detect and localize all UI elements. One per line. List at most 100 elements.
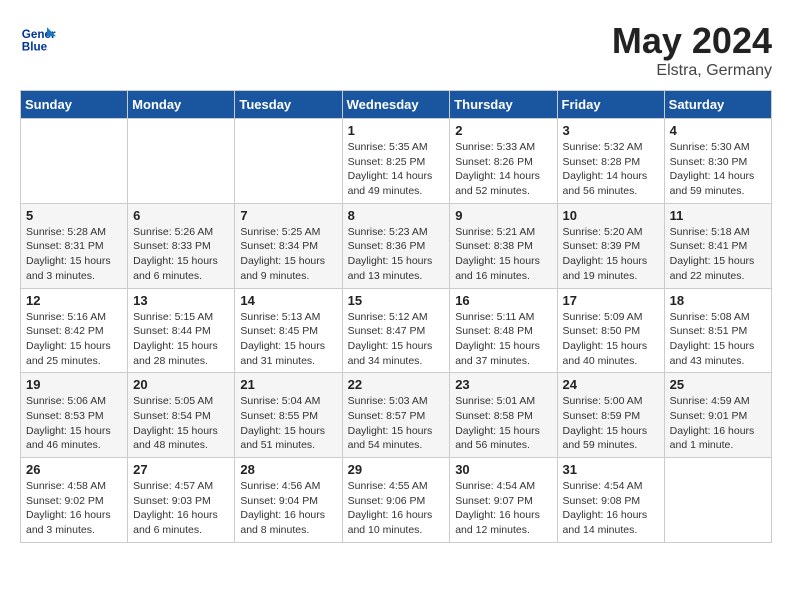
calendar-day-cell: 16Sunrise: 5:11 AM Sunset: 8:48 PM Dayli… xyxy=(450,288,557,373)
calendar-day-cell: 3 Sunrise: 5:32 AM Sunset: 8:28 PM Daylig… xyxy=(557,119,664,204)
day-info: Sunrise: 5:16 AM Sunset: 8:42 PM Dayligh… xyxy=(26,310,122,369)
month-title: May 2024 xyxy=(612,20,772,62)
day-number: 13 xyxy=(133,293,229,308)
calendar-day-cell: 27 Sunrise: 4:57 AM Sunset: 9:03 PM Dayli… xyxy=(128,458,235,543)
svg-text:Blue: Blue xyxy=(22,41,48,54)
calendar-day-cell xyxy=(235,119,342,204)
calendar-day-cell: 20Sunrise: 5:05 AM Sunset: 8:54 PM Dayli… xyxy=(128,373,235,458)
day-info: Sunrise: 4:58 AM Sunset: 9:02 PM Dayligh… xyxy=(26,479,122,538)
calendar-day-cell xyxy=(21,119,128,204)
day-info: Sunrise: 4:56 AM Sunset: 9:04 PM Dayligh… xyxy=(240,479,336,538)
calendar-day-cell: 22 Sunrise: 5:03 AM Sunset: 8:57 PM Dayli… xyxy=(342,373,450,458)
calendar-day-cell: 15 Sunrise: 5:12 AM Sunset: 8:47 PM Dayli… xyxy=(342,288,450,373)
day-number: 17 xyxy=(563,293,659,308)
day-info: Sunrise: 5:30 AM Sunset: 8:30 PM Dayligh… xyxy=(670,140,766,199)
day-info: Sunrise: 5:00 AM Sunset: 8:59 PM Dayligh… xyxy=(563,394,659,453)
calendar-day-cell: 25Sunrise: 4:59 AM Sunset: 9:01 PM Dayli… xyxy=(664,373,771,458)
day-number: 6 xyxy=(133,208,229,223)
day-number: 23 xyxy=(455,377,551,392)
calendar-table: SundayMondayTuesdayWednesdayThursdayFrid… xyxy=(20,90,772,543)
calendar-day-cell: 31 Sunrise: 4:54 AM Sunset: 9:08 PM Dayli… xyxy=(557,458,664,543)
calendar-day-cell: 2 Sunrise: 5:33 AM Sunset: 8:26 PM Daylig… xyxy=(450,119,557,204)
weekday-header-cell: Sunday xyxy=(21,91,128,119)
day-number: 29 xyxy=(348,462,445,477)
calendar-day-cell: 24Sunrise: 5:00 AM Sunset: 8:59 PM Dayli… xyxy=(557,373,664,458)
calendar-day-cell: 7Sunrise: 5:25 AM Sunset: 8:34 PM Daylig… xyxy=(235,203,342,288)
day-info: Sunrise: 4:54 AM Sunset: 9:08 PM Dayligh… xyxy=(563,479,659,538)
day-info: Sunrise: 5:15 AM Sunset: 8:44 PM Dayligh… xyxy=(133,310,229,369)
calendar-body: 1Sunrise: 5:35 AM Sunset: 8:25 PM Daylig… xyxy=(21,119,772,543)
day-number: 3 xyxy=(563,123,659,138)
day-number: 18 xyxy=(670,293,766,308)
day-number: 2 xyxy=(455,123,551,138)
logo-icon: General Blue xyxy=(20,20,56,56)
day-number: 21 xyxy=(240,377,336,392)
day-info: Sunrise: 5:03 AM Sunset: 8:57 PM Dayligh… xyxy=(348,394,445,453)
calendar-day-cell: 6Sunrise: 5:26 AM Sunset: 8:33 PM Daylig… xyxy=(128,203,235,288)
day-number: 8 xyxy=(348,208,445,223)
weekday-header-cell: Friday xyxy=(557,91,664,119)
day-info: Sunrise: 5:12 AM Sunset: 8:47 PM Dayligh… xyxy=(348,310,445,369)
day-number: 15 xyxy=(348,293,445,308)
calendar-day-cell: 28 Sunrise: 4:56 AM Sunset: 9:04 PM Dayli… xyxy=(235,458,342,543)
calendar-day-cell: 4Sunrise: 5:30 AM Sunset: 8:30 PM Daylig… xyxy=(664,119,771,204)
day-info: Sunrise: 5:25 AM Sunset: 8:34 PM Dayligh… xyxy=(240,225,336,284)
calendar-week-row: 26 Sunrise: 4:58 AM Sunset: 9:02 PM Dayli… xyxy=(21,458,772,543)
calendar-day-cell: 29Sunrise: 4:55 AM Sunset: 9:06 PM Dayli… xyxy=(342,458,450,543)
calendar-day-cell: 23 Sunrise: 5:01 AM Sunset: 8:58 PM Dayli… xyxy=(450,373,557,458)
day-number: 10 xyxy=(563,208,659,223)
day-number: 28 xyxy=(240,462,336,477)
day-number: 26 xyxy=(26,462,122,477)
weekday-header-cell: Monday xyxy=(128,91,235,119)
calendar-week-row: 1Sunrise: 5:35 AM Sunset: 8:25 PM Daylig… xyxy=(21,119,772,204)
calendar-day-cell: 1Sunrise: 5:35 AM Sunset: 8:25 PM Daylig… xyxy=(342,119,450,204)
day-number: 12 xyxy=(26,293,122,308)
title-block: May 2024 Elstra, Germany xyxy=(612,20,772,80)
weekday-header-row: SundayMondayTuesdayWednesdayThursdayFrid… xyxy=(21,91,772,119)
calendar-day-cell xyxy=(128,119,235,204)
day-number: 9 xyxy=(455,208,551,223)
calendar-day-cell: 9 Sunrise: 5:21 AM Sunset: 8:38 PM Daylig… xyxy=(450,203,557,288)
day-number: 11 xyxy=(670,208,766,223)
day-info: Sunrise: 5:06 AM Sunset: 8:53 PM Dayligh… xyxy=(26,394,122,453)
calendar-day-cell: 8 Sunrise: 5:23 AM Sunset: 8:36 PM Daylig… xyxy=(342,203,450,288)
day-info: Sunrise: 5:08 AM Sunset: 8:51 PM Dayligh… xyxy=(670,310,766,369)
day-number: 19 xyxy=(26,377,122,392)
day-info: Sunrise: 4:57 AM Sunset: 9:03 PM Dayligh… xyxy=(133,479,229,538)
day-info: Sunrise: 5:32 AM Sunset: 8:28 PM Dayligh… xyxy=(563,140,659,199)
calendar-day-cell: 19 Sunrise: 5:06 AM Sunset: 8:53 PM Dayli… xyxy=(21,373,128,458)
day-info: Sunrise: 5:21 AM Sunset: 8:38 PM Dayligh… xyxy=(455,225,551,284)
calendar-day-cell: 5 Sunrise: 5:28 AM Sunset: 8:31 PM Daylig… xyxy=(21,203,128,288)
day-number: 14 xyxy=(240,293,336,308)
day-info: Sunrise: 5:13 AM Sunset: 8:45 PM Dayligh… xyxy=(240,310,336,369)
day-info: Sunrise: 4:54 AM Sunset: 9:07 PM Dayligh… xyxy=(455,479,551,538)
weekday-header-cell: Saturday xyxy=(664,91,771,119)
day-info: Sunrise: 5:33 AM Sunset: 8:26 PM Dayligh… xyxy=(455,140,551,199)
day-info: Sunrise: 5:09 AM Sunset: 8:50 PM Dayligh… xyxy=(563,310,659,369)
day-number: 5 xyxy=(26,208,122,223)
calendar-day-cell: 26 Sunrise: 4:58 AM Sunset: 9:02 PM Dayli… xyxy=(21,458,128,543)
day-info: Sunrise: 5:04 AM Sunset: 8:55 PM Dayligh… xyxy=(240,394,336,453)
calendar-day-cell: 10Sunrise: 5:20 AM Sunset: 8:39 PM Dayli… xyxy=(557,203,664,288)
day-number: 31 xyxy=(563,462,659,477)
day-number: 22 xyxy=(348,377,445,392)
day-number: 30 xyxy=(455,462,551,477)
page-header: General Blue May 2024 Elstra, Germany xyxy=(20,20,772,80)
day-info: Sunrise: 5:05 AM Sunset: 8:54 PM Dayligh… xyxy=(133,394,229,453)
day-info: Sunrise: 5:35 AM Sunset: 8:25 PM Dayligh… xyxy=(348,140,445,199)
day-info: Sunrise: 5:11 AM Sunset: 8:48 PM Dayligh… xyxy=(455,310,551,369)
location-title: Elstra, Germany xyxy=(612,62,772,80)
day-info: Sunrise: 5:28 AM Sunset: 8:31 PM Dayligh… xyxy=(26,225,122,284)
day-info: Sunrise: 4:59 AM Sunset: 9:01 PM Dayligh… xyxy=(670,394,766,453)
calendar-week-row: 5 Sunrise: 5:28 AM Sunset: 8:31 PM Daylig… xyxy=(21,203,772,288)
day-info: Sunrise: 5:23 AM Sunset: 8:36 PM Dayligh… xyxy=(348,225,445,284)
day-info: Sunrise: 5:18 AM Sunset: 8:41 PM Dayligh… xyxy=(670,225,766,284)
calendar-day-cell: 17 Sunrise: 5:09 AM Sunset: 8:50 PM Dayli… xyxy=(557,288,664,373)
logo: General Blue xyxy=(20,20,56,56)
day-number: 27 xyxy=(133,462,229,477)
calendar-day-cell: 14 Sunrise: 5:13 AM Sunset: 8:45 PM Dayli… xyxy=(235,288,342,373)
calendar-day-cell: 30 Sunrise: 4:54 AM Sunset: 9:07 PM Dayli… xyxy=(450,458,557,543)
calendar-week-row: 12 Sunrise: 5:16 AM Sunset: 8:42 PM Dayli… xyxy=(21,288,772,373)
day-info: Sunrise: 5:01 AM Sunset: 8:58 PM Dayligh… xyxy=(455,394,551,453)
calendar-day-cell: 21 Sunrise: 5:04 AM Sunset: 8:55 PM Dayli… xyxy=(235,373,342,458)
